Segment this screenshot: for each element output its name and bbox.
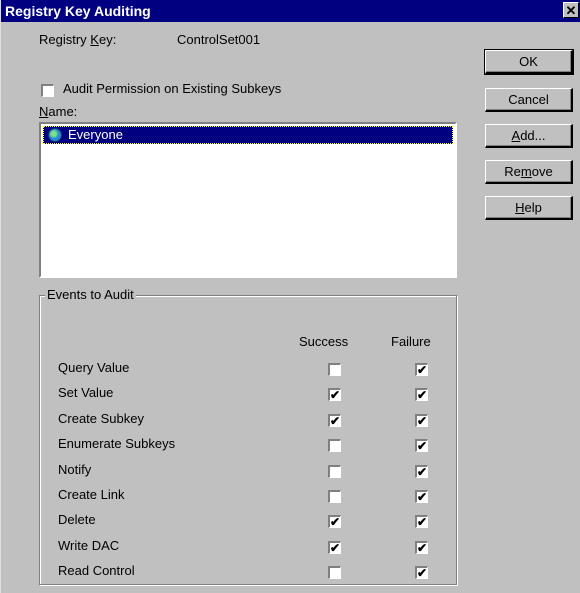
close-icon[interactable]: ✕ — [563, 2, 579, 18]
registry-key-label: Registry Key: — [39, 32, 117, 47]
name-label: Name: — [39, 104, 78, 119]
remove-button[interactable]: Remove — [485, 160, 573, 184]
event-label-set-value: Set Value — [58, 385, 114, 400]
event-label-write-dac: Write DAC — [58, 538, 120, 553]
audit-existing-subkeys-checkbox[interactable] — [41, 84, 54, 97]
ok-button[interactable]: OK — [484, 49, 574, 75]
list-item-everyone[interactable]: Everyone — [43, 126, 453, 144]
cancel-button[interactable]: Cancel — [485, 88, 573, 112]
failure-checkbox-query-value[interactable]: ✔ — [415, 363, 428, 376]
help-button[interactable]: Help — [485, 196, 573, 220]
success-checkbox-create-link[interactable] — [328, 490, 341, 503]
failure-checkbox-set-value[interactable]: ✔ — [415, 388, 428, 401]
failure-checkbox-write-dac[interactable]: ✔ — [415, 541, 428, 554]
window-title: Registry Key Auditing — [5, 3, 151, 19]
name-listbox[interactable]: Everyone — [39, 122, 457, 278]
event-label-enumerate-subkeys: Enumerate Subkeys — [58, 436, 176, 451]
success-checkbox-read-control[interactable] — [328, 566, 341, 579]
failure-checkbox-notify[interactable]: ✔ — [415, 465, 428, 478]
failure-checkbox-create-subkey[interactable]: ✔ — [415, 414, 428, 427]
registry-key-value: ControlSet001 — [177, 32, 261, 47]
add-button[interactable]: Add... — [485, 124, 573, 148]
globe-icon — [48, 128, 62, 142]
success-checkbox-set-value[interactable]: ✔ — [328, 388, 341, 401]
event-label-read-control: Read Control — [58, 563, 135, 578]
success-checkbox-delete[interactable]: ✔ — [328, 515, 341, 528]
failure-checkbox-read-control[interactable]: ✔ — [415, 566, 428, 579]
audit-existing-subkeys-label: Audit Permission on Existing Subkeys — [63, 81, 282, 96]
success-checkbox-enumerate-subkeys[interactable] — [328, 439, 341, 452]
event-label-create-subkey: Create Subkey — [58, 411, 144, 426]
success-checkbox-query-value[interactable] — [328, 363, 341, 376]
success-checkbox-notify[interactable] — [328, 465, 341, 478]
success-checkbox-write-dac[interactable]: ✔ — [328, 541, 341, 554]
event-label-notify: Notify — [58, 462, 92, 477]
success-checkbox-create-subkey[interactable]: ✔ — [328, 414, 341, 427]
failure-checkbox-enumerate-subkeys[interactable]: ✔ — [415, 439, 428, 452]
event-label-delete: Delete — [58, 512, 96, 527]
failure-column-header: Failure — [391, 334, 431, 349]
success-column-header: Success — [299, 334, 349, 349]
failure-checkbox-delete[interactable]: ✔ — [415, 515, 428, 528]
title-bar: Registry Key Auditing ✕ — [1, 0, 580, 22]
events-group-title: Events to Audit — [45, 287, 136, 302]
event-label-create-link: Create Link — [58, 487, 125, 502]
registry-key-auditing-dialog: Registry Key Auditing ✕ Registry Key: Co… — [0, 0, 580, 593]
list-item-label: Everyone — [68, 127, 123, 142]
event-label-query-value: Query Value — [58, 360, 130, 375]
failure-checkbox-create-link[interactable]: ✔ — [415, 490, 428, 503]
